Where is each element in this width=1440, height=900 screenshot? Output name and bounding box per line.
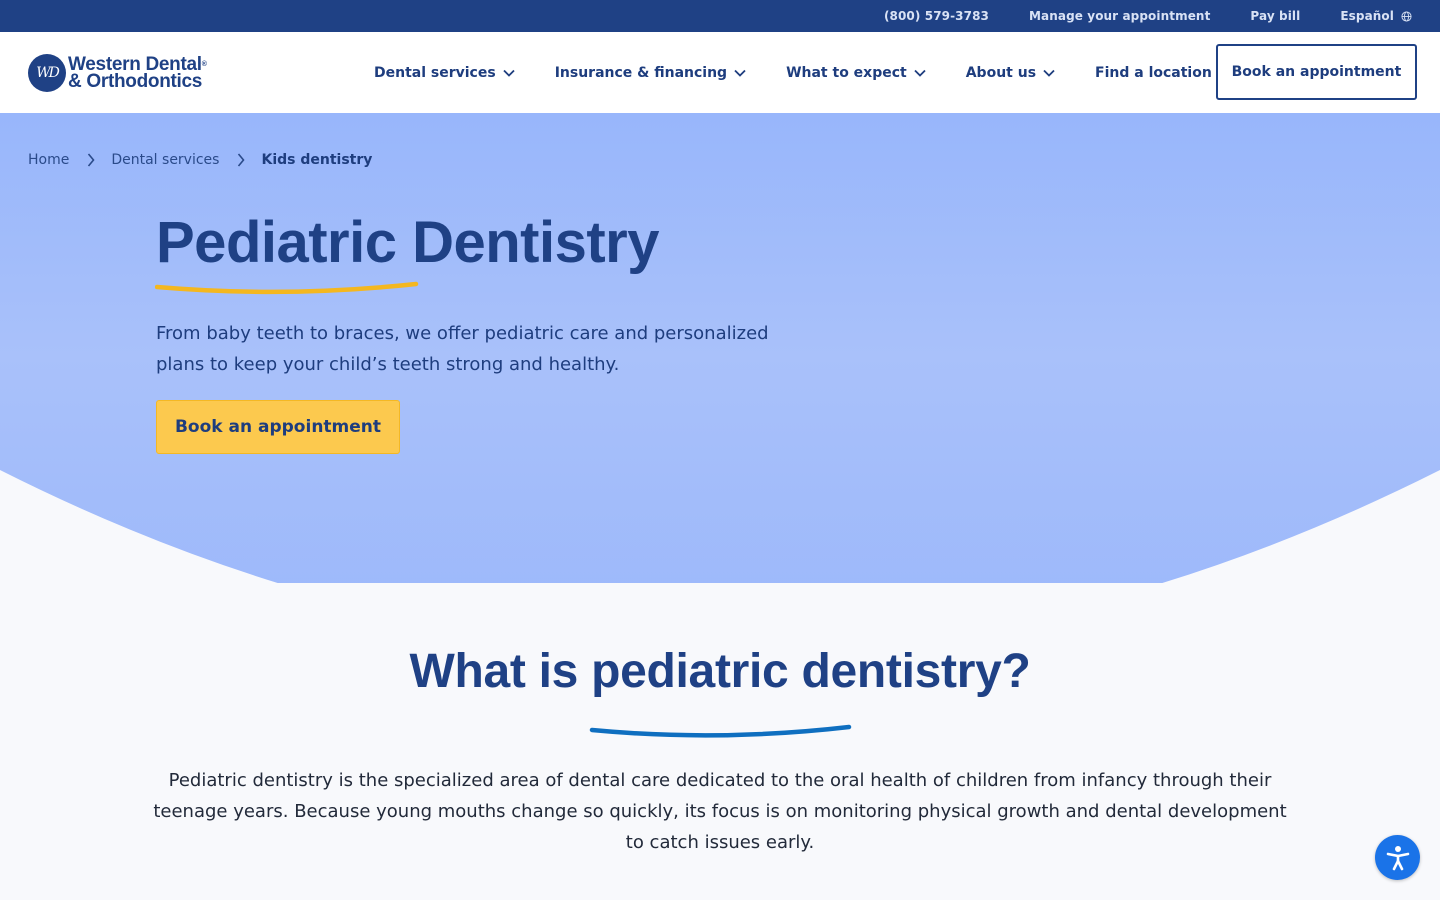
breadcrumb-home[interactable]: Home: [28, 152, 69, 168]
chevron-right-icon: [237, 153, 246, 167]
page-title: Pediatric Dentistry: [156, 210, 660, 275]
nav-label: What to expect: [786, 64, 907, 81]
nav-about-us[interactable]: About us: [966, 65, 1055, 81]
phone-link[interactable]: (800) 579-3783: [884, 9, 989, 23]
utility-bar: (800) 579-3783 Manage your appointment P…: [0, 0, 1440, 32]
logo-wordmark: Western Dental® & Orthodontics: [68, 55, 207, 92]
nav-dental-services[interactable]: Dental services: [374, 65, 515, 81]
manage-appointment-link[interactable]: Manage your appointment: [1029, 9, 1210, 23]
site-header: WD Western Dental® & Orthodontics Dental…: [0, 32, 1440, 113]
chevron-down-icon: [1043, 69, 1055, 77]
logo-line-2: & Orthodontics: [68, 71, 203, 92]
logo-monogram-text: WD: [36, 65, 60, 81]
nav-insurance-financing[interactable]: Insurance & financing: [555, 65, 746, 81]
breadcrumb: Home Dental services Kids dentistry: [28, 152, 372, 168]
breadcrumb-current: Kids dentistry: [261, 152, 373, 168]
hero: Home Dental services Kids dentistry Pedi…: [0, 113, 1440, 583]
chevron-down-icon: [914, 69, 926, 77]
registered-mark: ®: [201, 61, 207, 68]
nav-what-to-expect[interactable]: What to expect: [786, 65, 926, 81]
globe-icon: [1401, 10, 1412, 22]
site-logo[interactable]: WD Western Dental® & Orthodontics: [28, 52, 228, 94]
title-underline-decoration: [155, 281, 419, 295]
language-label: Español: [1340, 9, 1394, 23]
nav-label: About us: [965, 64, 1037, 81]
section-paragraph: Pediatric dentistry is the specialized a…: [153, 770, 1287, 853]
chevron-down-icon: [734, 69, 746, 77]
breadcrumb-dental-services[interactable]: Dental services: [111, 152, 219, 168]
nav-label: Insurance & financing: [554, 64, 728, 81]
pay-bill-link[interactable]: Pay bill: [1250, 9, 1300, 23]
chevron-down-icon: [503, 69, 515, 77]
section-heading: What is pediatric dentistry?: [409, 645, 1031, 698]
section-underline-decoration: [589, 724, 852, 738]
chevron-right-icon: [87, 153, 95, 167]
nav-find-location[interactable]: Find a location: [1095, 65, 1231, 81]
accessibility-icon: [1386, 845, 1409, 870]
main-nav: Dental services Insurance & financing Wh…: [374, 32, 1271, 113]
logo-monogram: WD: [28, 54, 66, 92]
language-switch[interactable]: Español: [1340, 9, 1412, 23]
header-book-appointment-button[interactable]: Book an appointment: [1216, 44, 1417, 100]
accessibility-button[interactable]: [1375, 835, 1420, 880]
nav-label: Dental services: [374, 64, 496, 81]
hero-book-appointment-button[interactable]: Book an appointment: [156, 400, 400, 454]
hero-description: From baby teeth to braces, we offer pedi…: [156, 323, 769, 375]
nav-label: Find a location: [1095, 64, 1212, 81]
